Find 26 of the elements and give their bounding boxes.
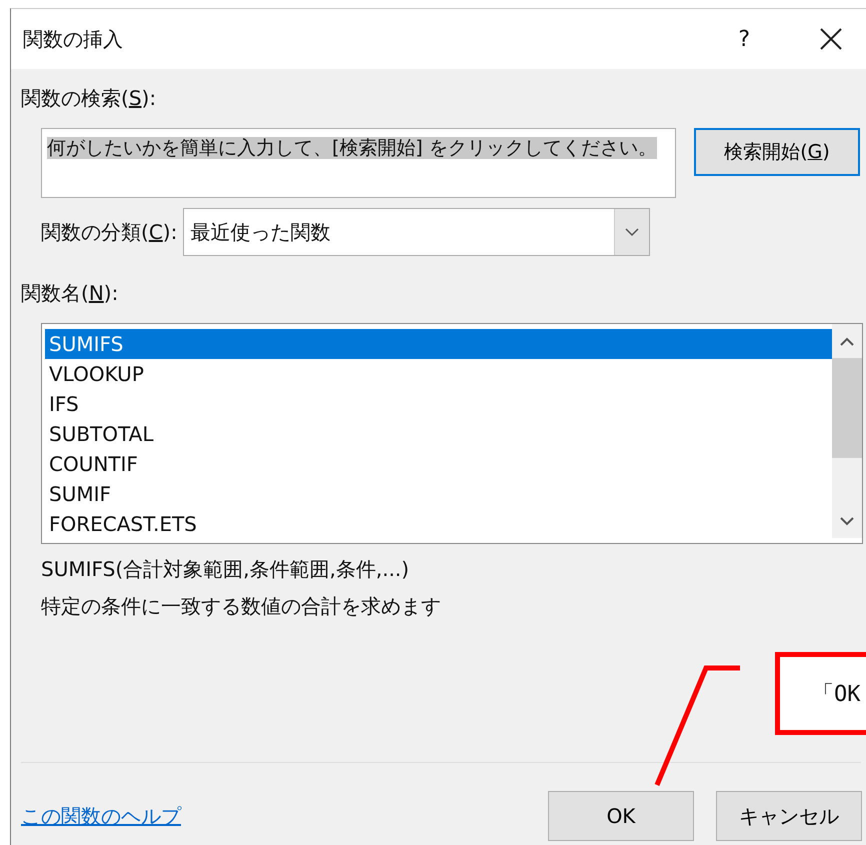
- scrollbar-thumb[interactable]: [832, 358, 862, 458]
- scroll-down-icon[interactable]: [840, 516, 854, 526]
- function-item[interactable]: VLOOKUP: [45, 359, 832, 389]
- function-item[interactable]: IFS: [45, 389, 832, 419]
- function-description: 特定の条件に一致する数値の合計を求めます: [41, 593, 442, 620]
- category-dropdown[interactable]: 最近使った関数: [183, 208, 650, 256]
- function-list-label: 関数名(N):: [21, 280, 120, 307]
- category-label: 関数の分類(C):: [41, 218, 178, 246]
- function-item[interactable]: COUNTIF: [45, 449, 832, 479]
- close-icon[interactable]: [820, 28, 842, 50]
- ok-button[interactable]: OK: [548, 791, 694, 841]
- function-item[interactable]: FORECAST.ETS: [45, 509, 832, 539]
- window-title: 関数の挿入: [23, 26, 124, 52]
- search-button[interactable]: 検索開始(G): [694, 128, 860, 176]
- chevron-down-icon: [625, 228, 640, 236]
- callout-text: 「OK: [812, 680, 860, 708]
- cancel-button[interactable]: キャンセル: [716, 791, 862, 841]
- search-field[interactable]: 何がしたいかを簡単に入力して、[検索開始] をクリックしてください。: [41, 128, 676, 198]
- function-item[interactable]: SUMIF: [45, 479, 832, 509]
- help-button[interactable]: ?: [738, 26, 750, 52]
- function-signature: SUMIFS(合計対象範囲,条件範囲,条件,...): [41, 556, 410, 583]
- search-label: 関数の検索(S):: [21, 85, 158, 112]
- help-link[interactable]: この関数のヘルプ: [21, 804, 181, 828]
- function-item[interactable]: SUMIFS: [45, 329, 832, 359]
- scroll-up-icon[interactable]: [840, 336, 854, 346]
- function-item[interactable]: SUBTOTAL: [45, 419, 832, 449]
